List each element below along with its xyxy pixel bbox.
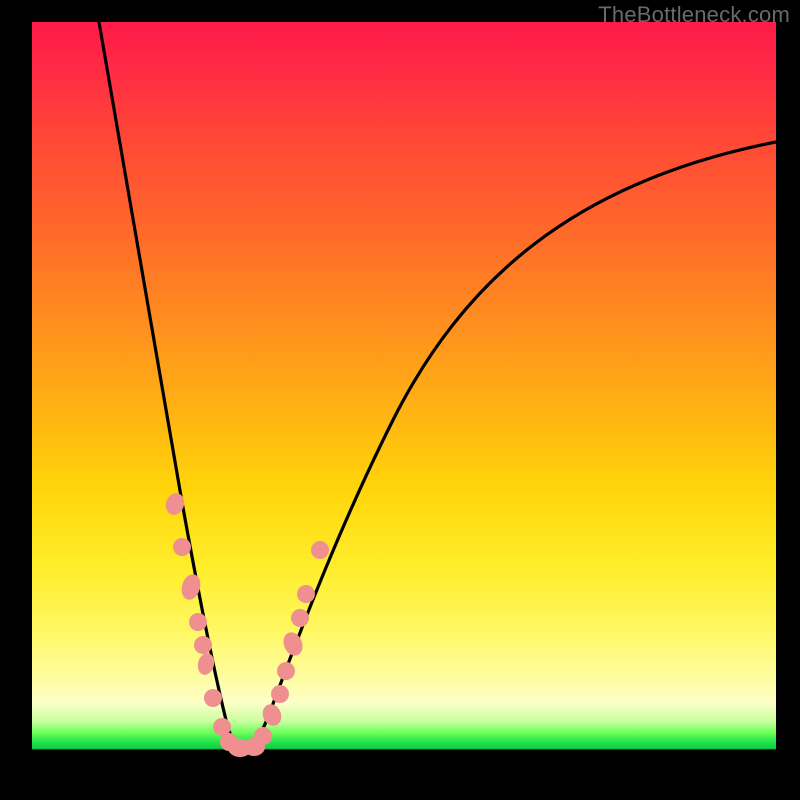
- watermark-text: TheBottleneck.com: [598, 2, 790, 28]
- curve-layer: [32, 22, 776, 778]
- plot-area: [32, 22, 776, 778]
- bottleneck-curve: [99, 22, 776, 749]
- chart-stage: TheBottleneck.com: [0, 0, 800, 800]
- sample-dots: [163, 491, 329, 757]
